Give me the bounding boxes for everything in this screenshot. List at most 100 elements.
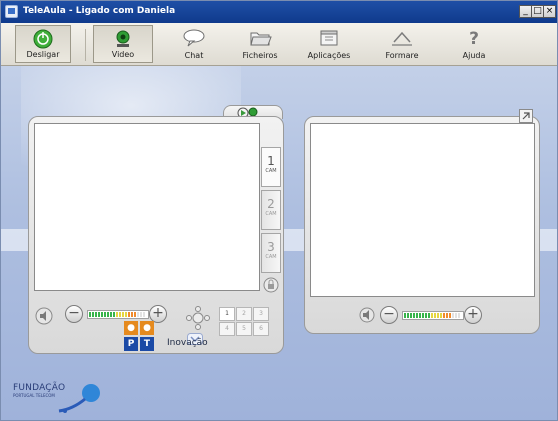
pt-logo: ● ● P T bbox=[124, 321, 154, 351]
meter-segment bbox=[455, 313, 457, 318]
pt-logo-dot: ● bbox=[140, 321, 154, 335]
svg-text:?: ? bbox=[469, 29, 479, 48]
preset-1-button[interactable]: 1 bbox=[219, 307, 235, 321]
formare-label: Formare bbox=[385, 51, 419, 60]
power-icon bbox=[33, 29, 53, 49]
meter-segment bbox=[119, 312, 121, 317]
meter-segment bbox=[431, 313, 433, 318]
cam-2-number: 2 bbox=[267, 197, 275, 211]
meter-segment bbox=[434, 313, 436, 318]
cam-1-tab[interactable]: 1 CAM bbox=[261, 147, 281, 187]
camera-preset-pad: 1 2 3 4 5 6 bbox=[219, 307, 269, 336]
meter-segment bbox=[446, 313, 448, 318]
meter-segment bbox=[89, 312, 91, 317]
meter-segment bbox=[410, 313, 412, 318]
cam-1-label: CAM bbox=[265, 168, 277, 174]
main-toolbar: Desligar Video Chat Ficheiros Aplicações… bbox=[1, 23, 557, 66]
meter-segment bbox=[458, 313, 460, 318]
meter-segment bbox=[134, 312, 136, 317]
pt-logo-dot: ● bbox=[124, 321, 138, 335]
meter-segment bbox=[413, 313, 415, 318]
meter-segment bbox=[110, 312, 112, 317]
close-button[interactable]: × bbox=[543, 5, 556, 18]
ficheiros-button[interactable]: Ficheiros bbox=[231, 25, 289, 63]
meter-segment bbox=[440, 313, 442, 318]
fundacao-logo: FUNDAÇÃO PORTUGAL TELECOM bbox=[13, 383, 100, 413]
meter-segment bbox=[137, 312, 139, 317]
remote-volume-up-button[interactable]: + bbox=[464, 306, 482, 324]
meter-segment bbox=[116, 312, 118, 317]
toolbar-divider bbox=[85, 29, 86, 61]
pan-tilt-icon[interactable] bbox=[185, 305, 211, 331]
meter-segment bbox=[425, 313, 427, 318]
remote-volume-down-button[interactable]: − bbox=[380, 306, 398, 324]
meter-segment bbox=[125, 312, 127, 317]
title-bar[interactable]: TeleAula - Ligado com Daniela _ □ × bbox=[1, 1, 557, 23]
meter-segment bbox=[104, 312, 106, 317]
folder-icon bbox=[250, 32, 272, 46]
meter-segment bbox=[131, 312, 133, 317]
ajuda-label: Ajuda bbox=[462, 51, 486, 60]
cam-3-tab[interactable]: 3 CAM bbox=[261, 233, 281, 273]
chat-label: Chat bbox=[184, 51, 204, 60]
meter-segment bbox=[407, 313, 409, 318]
meter-segment bbox=[452, 313, 454, 318]
meter-segment bbox=[107, 312, 109, 317]
local-video-panel: 1 CAM 2 CAM 3 CAM − + 1 2 3 4 5 6 bbox=[28, 116, 284, 354]
preset-2-button[interactable]: 2 bbox=[236, 307, 252, 321]
meter-segment bbox=[128, 312, 130, 317]
speaker-icon[interactable] bbox=[35, 307, 53, 325]
lock-icon[interactable] bbox=[263, 277, 279, 293]
expand-icon[interactable] bbox=[519, 109, 533, 123]
meter-segment bbox=[92, 312, 94, 317]
speaker-icon[interactable] bbox=[359, 307, 375, 323]
cam-2-label: CAM bbox=[265, 211, 277, 217]
local-volume-meter[interactable] bbox=[87, 310, 149, 319]
pt-logo-t: T bbox=[140, 337, 154, 351]
ajuda-button[interactable]: ? Ajuda bbox=[446, 25, 502, 63]
preset-5-button[interactable]: 5 bbox=[236, 322, 252, 336]
app-icon bbox=[5, 5, 18, 18]
meter-segment bbox=[101, 312, 103, 317]
meter-segment bbox=[404, 313, 406, 318]
meter-segment bbox=[443, 313, 445, 318]
meter-segment bbox=[437, 313, 439, 318]
meter-segment bbox=[416, 313, 418, 318]
local-video-screen bbox=[34, 123, 260, 291]
remote-video-screen bbox=[310, 123, 535, 297]
meter-segment bbox=[98, 312, 100, 317]
remote-video-panel: − + bbox=[304, 109, 540, 334]
meter-segment bbox=[449, 313, 451, 318]
preset-3-button[interactable]: 3 bbox=[253, 307, 269, 321]
speech-bubble-icon bbox=[183, 29, 205, 47]
aplicacoes-label: Aplicações bbox=[307, 51, 351, 60]
formare-button[interactable]: Formare bbox=[373, 25, 431, 63]
video-button[interactable]: Video bbox=[93, 25, 153, 63]
meter-segment bbox=[422, 313, 424, 318]
meter-segment bbox=[419, 313, 421, 318]
cam-1-number: 1 bbox=[267, 154, 275, 168]
preset-6-button[interactable]: 6 bbox=[253, 322, 269, 336]
teleaula-window: TeleAula - Ligado com Daniela _ □ × Desl… bbox=[0, 0, 558, 421]
cam-2-tab[interactable]: 2 CAM bbox=[261, 190, 281, 230]
preset-4-button[interactable]: 4 bbox=[219, 322, 235, 336]
inovacao-label: Inovação bbox=[167, 338, 208, 348]
desligar-button[interactable]: Desligar bbox=[15, 25, 71, 63]
window-title: TeleAula - Ligado com Daniela bbox=[23, 6, 176, 16]
chat-button[interactable]: Chat bbox=[166, 25, 222, 63]
local-volume-down-button[interactable]: − bbox=[65, 305, 83, 323]
webcam-icon bbox=[116, 30, 130, 47]
remote-volume-meter[interactable] bbox=[402, 311, 464, 320]
meter-segment bbox=[143, 312, 145, 317]
meter-segment bbox=[140, 312, 142, 317]
fundacao-swoosh-icon bbox=[58, 384, 100, 413]
meter-segment bbox=[428, 313, 430, 318]
applications-icon bbox=[320, 30, 338, 46]
help-icon: ? bbox=[469, 29, 479, 48]
meter-segment bbox=[95, 312, 97, 317]
aplicacoes-button[interactable]: Aplicações bbox=[299, 25, 359, 63]
cam-3-number: 3 bbox=[267, 240, 275, 254]
formare-icon bbox=[392, 31, 412, 46]
meter-segment bbox=[113, 312, 115, 317]
pt-logo-p: P bbox=[124, 337, 138, 351]
